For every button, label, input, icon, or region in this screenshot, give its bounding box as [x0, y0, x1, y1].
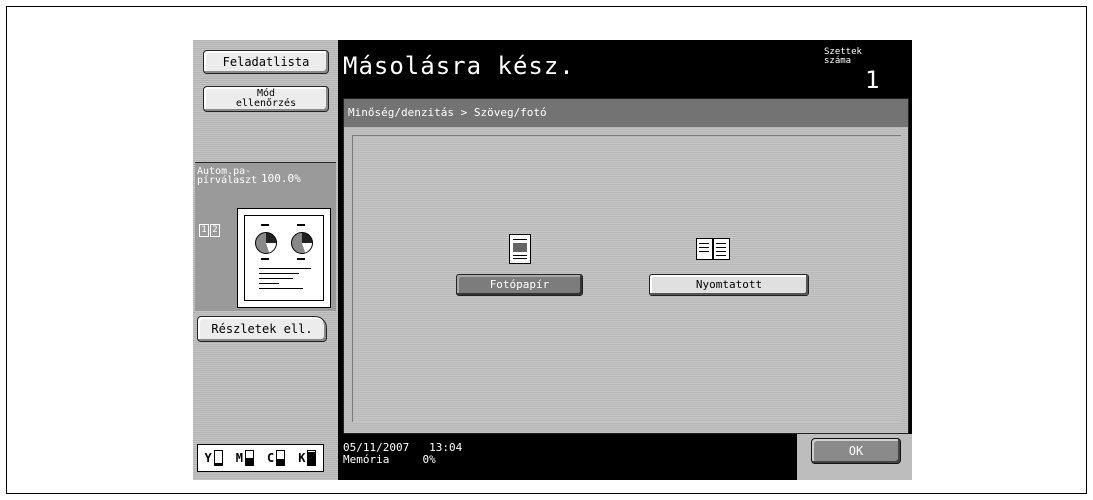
- memory-value: 0%: [422, 453, 436, 466]
- zoom-value: 100.0%: [261, 172, 301, 185]
- printed-button[interactable]: Nyomtatott: [649, 274, 809, 296]
- copy-count-value: 1: [865, 66, 880, 94]
- document-preview-icon: [237, 208, 331, 308]
- toner-k: K: [298, 450, 317, 466]
- job-list-button[interactable]: Feladatlista: [203, 50, 329, 74]
- ok-button[interactable]: OK: [811, 438, 901, 464]
- mode-check-label-line2: ellenőrzés: [235, 98, 297, 109]
- breadcrumb: Minőség/denzitás > Szöveg/fotó: [344, 99, 908, 127]
- memory-label: Memória: [343, 453, 390, 466]
- toner-indicator: Y M C K: [197, 444, 324, 472]
- status-footer: 05/11/2007 13:04 Memória 0%: [343, 442, 462, 466]
- left-panel: Feladatlista Mód ellenőrzés Autom.pa- pí…: [193, 40, 338, 480]
- printed-matter-icon: [695, 234, 731, 262]
- copy-count-label-line2: száma: [824, 56, 852, 66]
- details-button[interactable]: Részletek ell.: [197, 316, 327, 342]
- main-panel: Minőség/denzitás > Szöveg/fotó Fotópapír…: [343, 98, 909, 434]
- paper-select-label: Autom.pa- pírválaszt 100.0%: [197, 167, 301, 186]
- mode-check-button[interactable]: Mód ellenőrzés: [203, 86, 329, 112]
- photo-paper-button[interactable]: Fotópapír: [456, 274, 583, 296]
- photo-paper-icon: [509, 234, 531, 264]
- status-title: Másolásra kész.: [343, 52, 575, 80]
- copy-count-label: Szettek száma: [824, 48, 862, 66]
- copier-screen: Feladatlista Mód ellenőrzés Autom.pa- pí…: [193, 40, 912, 480]
- toner-y: Y: [205, 450, 223, 466]
- option-panel: Fotópapír Nyomtatott: [352, 135, 901, 422]
- page-layout-icon: 12: [199, 221, 220, 237]
- toner-m: M: [236, 450, 254, 466]
- copy-preview: Autom.pa- pírválaszt 100.0% 12: [195, 162, 336, 311]
- paper-select-label-line2: pírválaszt: [197, 175, 258, 186]
- pie-chart-icon: [291, 232, 313, 254]
- pie-chart-icon: [255, 232, 277, 254]
- toner-c: C: [267, 450, 286, 466]
